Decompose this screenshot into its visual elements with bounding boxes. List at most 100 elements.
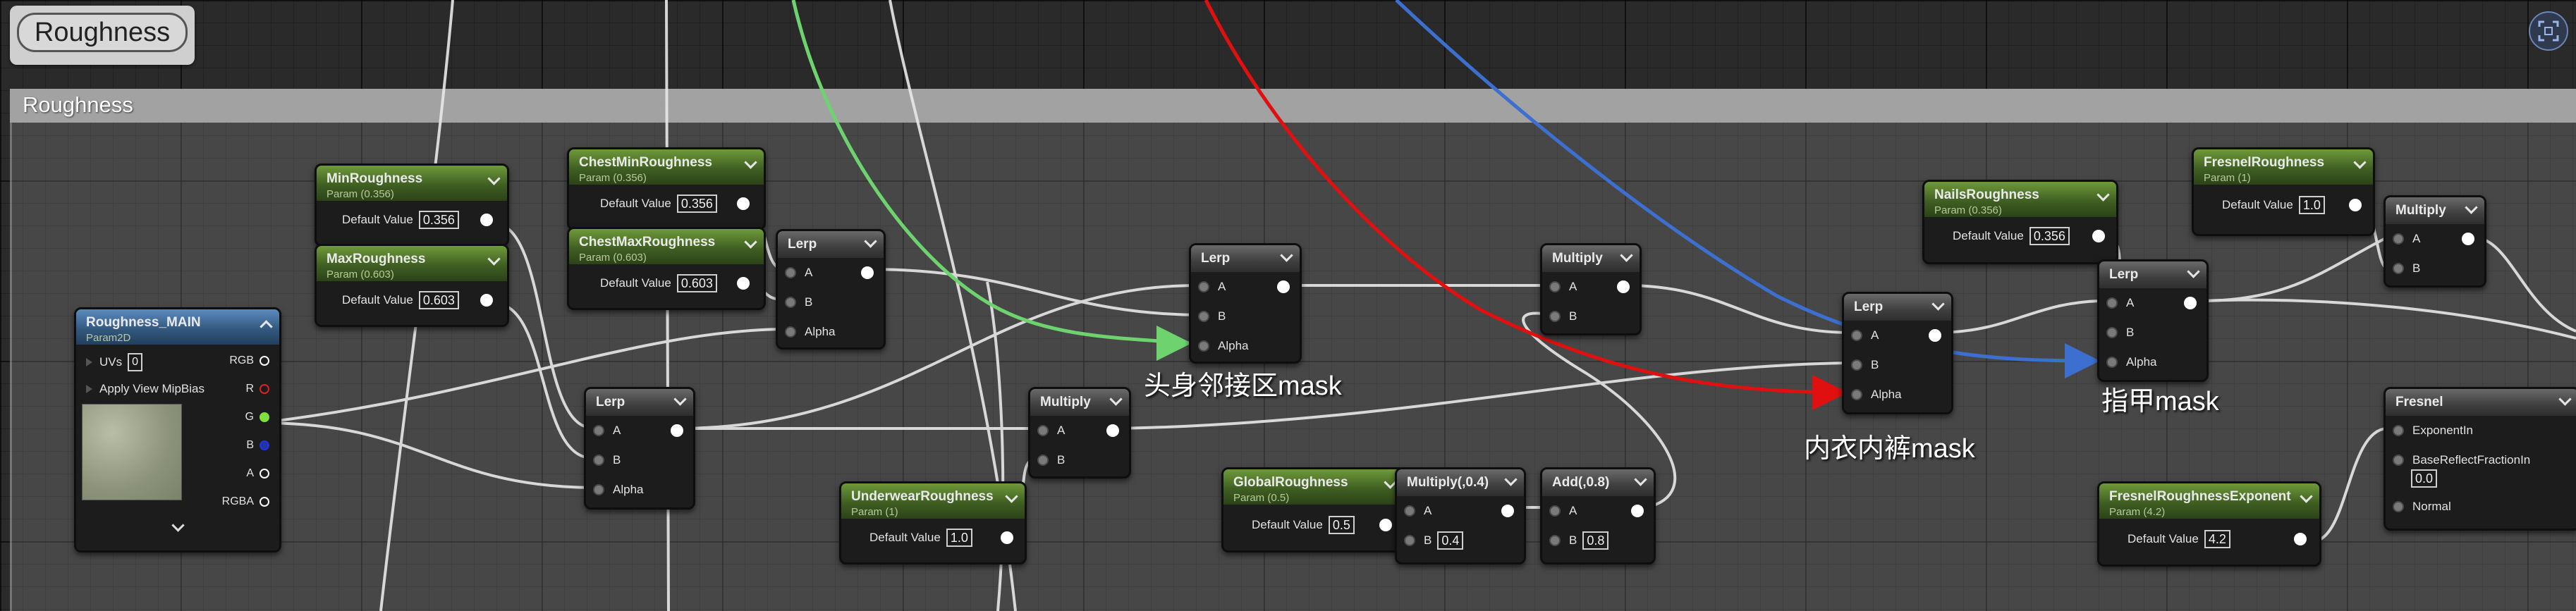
chevron-down-icon[interactable] bbox=[2558, 393, 2572, 406]
node-lerp-4[interactable]: Lerp A B Alpha bbox=[1842, 292, 1953, 414]
node-multiply-1[interactable]: Multiply A B bbox=[1028, 387, 1131, 479]
node-lerp-2[interactable]: Lerp A B Alpha bbox=[584, 387, 695, 510]
chevron-down-icon[interactable] bbox=[1005, 490, 1018, 503]
node-chest-max-roughness[interactable]: ChestMaxRoughness Param (0.603) Default … bbox=[567, 227, 766, 310]
node-header[interactable]: Multiply bbox=[1542, 245, 1640, 272]
input-pin-a[interactable] bbox=[2393, 233, 2404, 245]
output-pin[interactable] bbox=[1106, 424, 1119, 437]
input-pin-alpha[interactable] bbox=[1851, 389, 1862, 400]
default-value-field[interactable]: 0.356 bbox=[676, 195, 717, 213]
output-pin[interactable] bbox=[1277, 280, 1290, 293]
node-header[interactable]: UnderwearRoughness Param (1) bbox=[841, 483, 1025, 519]
node-header[interactable]: FresnelRoughness Param (1) bbox=[2194, 149, 2373, 185]
node-chest-min-roughness[interactable]: ChestMinRoughness Param (0.356) Default … bbox=[567, 147, 766, 230]
chevron-down-icon[interactable] bbox=[1109, 393, 1123, 406]
input-pin[interactable] bbox=[86, 385, 92, 393]
node-header[interactable]: Roughness_MAIN Param2D bbox=[76, 309, 279, 345]
input-pin-a[interactable] bbox=[1037, 425, 1049, 436]
input-pin-alpha[interactable] bbox=[593, 484, 604, 495]
node-header[interactable]: MinRoughness Param (0.356) bbox=[317, 166, 507, 201]
chevron-down-icon[interactable] bbox=[744, 156, 757, 169]
input-pin-b[interactable] bbox=[1549, 535, 1561, 546]
chevron-down-icon[interactable] bbox=[2465, 201, 2478, 214]
output-pin[interactable] bbox=[1501, 505, 1514, 517]
output-pin[interactable] bbox=[2184, 297, 2197, 309]
input-b-value[interactable]: 0.4 bbox=[1437, 531, 1464, 550]
output-pin[interactable] bbox=[1617, 280, 1630, 293]
default-value-field[interactable]: 0.356 bbox=[2029, 227, 2070, 245]
input-pin-exponent[interactable] bbox=[2393, 425, 2404, 436]
node-header[interactable]: Multiply(,0.4) bbox=[1397, 469, 1524, 496]
node-header[interactable]: ChestMaxRoughness Param (0.603) bbox=[569, 229, 764, 264]
chevron-down-icon[interactable] bbox=[744, 235, 757, 249]
node-fresnel[interactable]: Fresnel ExponentIn BaseReflectFractionIn… bbox=[2383, 387, 2576, 531]
chevron-down-icon[interactable] bbox=[1931, 297, 1945, 311]
node-lerp-5[interactable]: Lerp A B Alpha bbox=[2097, 259, 2209, 382]
input-b-value[interactable]: 0.8 bbox=[1582, 531, 1609, 550]
node-header[interactable]: Multiply bbox=[2386, 197, 2484, 224]
chevron-down-icon[interactable] bbox=[1504, 473, 1518, 486]
input-pin-a[interactable] bbox=[1404, 505, 1415, 517]
chevron-down-icon[interactable] bbox=[2353, 156, 2367, 169]
output-pin-rgba[interactable] bbox=[260, 496, 269, 507]
node-multiply-04[interactable]: Multiply(,0.4) A B 0.4 bbox=[1395, 467, 1526, 564]
node-lerp-3[interactable]: Lerp A B Alpha bbox=[1189, 243, 1302, 364]
node-global-roughness[interactable]: GlobalRoughness Param (0.5) Default Valu… bbox=[1221, 467, 1405, 553]
default-value-field[interactable]: 1.0 bbox=[946, 529, 972, 547]
input-pin-a[interactable] bbox=[1851, 330, 1862, 341]
node-header[interactable]: Lerp bbox=[1191, 245, 1300, 272]
output-pin-a[interactable] bbox=[260, 468, 269, 479]
node-max-roughness[interactable]: MaxRoughness Param (0.603) Default Value… bbox=[315, 244, 509, 327]
input-pin-alpha[interactable] bbox=[785, 326, 796, 338]
input-pin-b[interactable] bbox=[1851, 359, 1862, 371]
input-pin-alpha[interactable] bbox=[1198, 340, 1209, 352]
output-pin[interactable] bbox=[2092, 230, 2105, 242]
input-pin-b[interactable] bbox=[1198, 311, 1209, 322]
input-pin-a[interactable] bbox=[1198, 281, 1209, 292]
output-pin[interactable] bbox=[1631, 505, 1644, 517]
output-pin-b[interactable] bbox=[260, 440, 269, 450]
input-pin-b[interactable] bbox=[2393, 263, 2404, 274]
node-min-roughness[interactable]: MinRoughness Param (0.356) Default Value… bbox=[315, 163, 509, 247]
input-pin-b[interactable] bbox=[1037, 455, 1049, 466]
input-pin[interactable] bbox=[86, 358, 92, 366]
node-multiply-2[interactable]: Multiply A B bbox=[1540, 243, 1642, 335]
input-pin-a[interactable] bbox=[593, 425, 604, 436]
chevron-down-icon[interactable] bbox=[487, 252, 501, 266]
output-pin-g[interactable] bbox=[260, 412, 269, 422]
default-value-field[interactable]: 0.5 bbox=[1328, 516, 1355, 534]
node-multiply-3[interactable]: Multiply A B bbox=[2383, 195, 2486, 288]
chevron-down-icon[interactable] bbox=[673, 393, 687, 406]
chevron-down-icon[interactable] bbox=[2187, 265, 2200, 278]
node-header[interactable]: MaxRoughness Param (0.603) bbox=[317, 246, 507, 281]
node-header[interactable]: GlobalRoughness Param (0.5) bbox=[1223, 469, 1403, 505]
input-pin-b[interactable] bbox=[785, 297, 796, 308]
node-fresnel-roughness-exponent[interactable]: FresnelRoughnessExponent Param (4.2) Def… bbox=[2097, 481, 2321, 567]
texture-thumbnail[interactable] bbox=[82, 404, 182, 500]
node-fresnel-roughness[interactable]: FresnelRoughness Param (1) Default Value… bbox=[2192, 147, 2375, 236]
node-header[interactable]: Fresnel bbox=[2386, 389, 2576, 416]
node-roughness-main[interactable]: Roughness_MAIN Param2D UVs 0 Apply View … bbox=[74, 307, 281, 553]
input-pin-b[interactable] bbox=[2106, 327, 2118, 338]
uvs-field[interactable]: 0 bbox=[128, 353, 143, 371]
expand-chevron-icon[interactable] bbox=[171, 519, 185, 532]
output-pin[interactable] bbox=[861, 266, 874, 279]
output-pin[interactable] bbox=[737, 277, 750, 290]
input-pin-b[interactable] bbox=[1404, 535, 1415, 546]
chevron-down-icon[interactable] bbox=[1634, 473, 1647, 486]
node-underwear-roughness[interactable]: UnderwearRoughness Param (1) Default Val… bbox=[839, 481, 1027, 564]
output-pin[interactable] bbox=[480, 214, 493, 226]
input-pin-a[interactable] bbox=[2106, 297, 2118, 309]
output-pin[interactable] bbox=[480, 294, 493, 307]
chevron-down-icon[interactable] bbox=[2300, 490, 2313, 503]
input-pin-alpha[interactable] bbox=[2106, 357, 2118, 368]
default-value-field[interactable]: 0.603 bbox=[676, 274, 717, 292]
input-pin-b[interactable] bbox=[593, 455, 604, 466]
output-pin[interactable] bbox=[2294, 533, 2307, 545]
node-nails-roughness[interactable]: NailsRoughness Param (0.356) Default Val… bbox=[1922, 180, 2118, 264]
output-pin[interactable] bbox=[2349, 199, 2362, 211]
chevron-down-icon[interactable] bbox=[260, 320, 273, 333]
input-pin-base-reflect[interactable] bbox=[2393, 455, 2404, 466]
chevron-down-icon[interactable] bbox=[1620, 249, 1633, 262]
default-value-field[interactable]: 1.0 bbox=[2298, 196, 2325, 214]
